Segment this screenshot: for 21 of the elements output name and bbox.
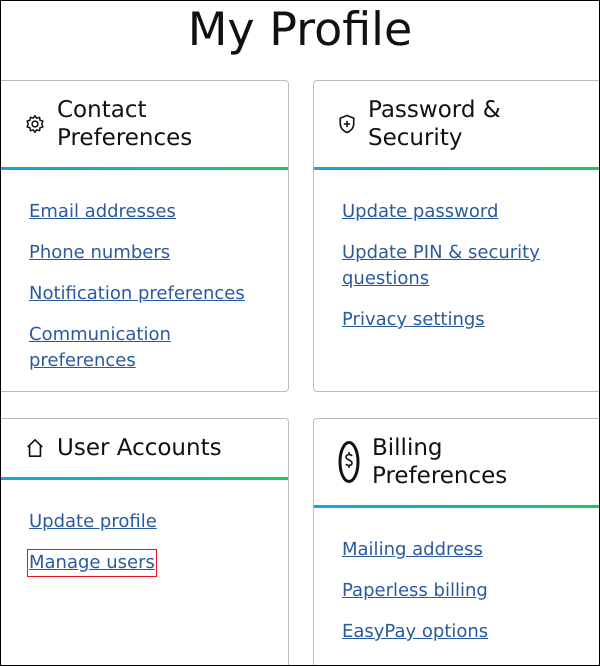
link[interactable]: Paperless billing (340, 577, 490, 605)
link[interactable]: EasyPay options (340, 618, 490, 646)
link[interactable]: Privacy settings (340, 306, 487, 334)
card-title: Password & Security (368, 96, 502, 152)
link[interactable]: Notification preferences (27, 280, 247, 308)
link[interactable]: Update profile (27, 508, 159, 536)
link[interactable]: Mailing address (340, 536, 485, 564)
link[interactable]: Phone numbers (27, 239, 172, 267)
card-title: Billing Preferences (372, 434, 508, 490)
link[interactable]: Update password (340, 198, 500, 226)
page-title: My Profile (186, 1, 414, 58)
card-title: Contact Preferences (57, 96, 194, 152)
link[interactable]: Communication preferences (27, 321, 268, 375)
link[interactable]: Update PIN & security questions (340, 239, 581, 293)
house-icon (25, 438, 45, 458)
gear-icon (25, 114, 45, 134)
link[interactable]: Email addresses (27, 198, 178, 226)
link[interactable]: Manage users (27, 549, 157, 577)
shield-icon (338, 114, 356, 134)
card-title: User Accounts (57, 434, 222, 462)
dollar-coin-icon (338, 440, 360, 484)
